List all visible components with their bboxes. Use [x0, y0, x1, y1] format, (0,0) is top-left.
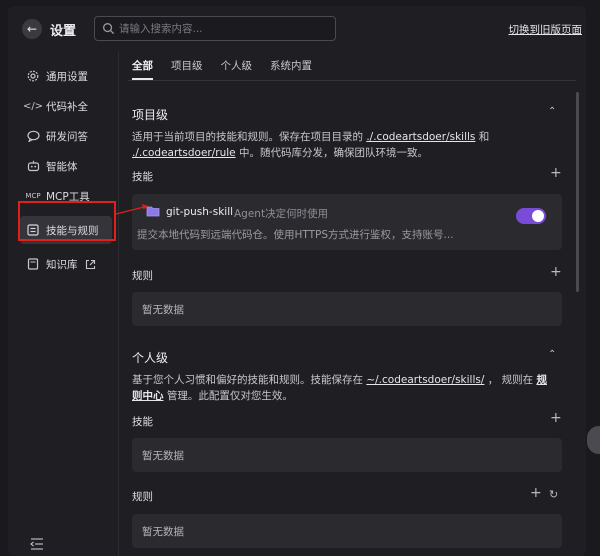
- sidebar-item-qa[interactable]: 研发问答: [20, 122, 112, 150]
- project-rules-label: 规则: [132, 270, 153, 282]
- sidebar-item-label: 技能与规则: [46, 224, 99, 237]
- personal-section-desc: 基于您个人习惯和偏好的技能和规则。技能保存在 ~/.codeartsdoer/s…: [132, 374, 547, 402]
- agent-icon: [26, 159, 40, 173]
- toggle-knob: [532, 210, 544, 222]
- sidebar-item-mcp[interactable]: MCP MCP工具: [20, 182, 112, 210]
- project-section-desc: 适用于当前项目的技能和规则。保存在项目目录的 ./.codeartsdoer/s…: [132, 131, 490, 159]
- search-input[interactable]: [119, 20, 329, 37]
- search-box[interactable]: [94, 16, 336, 41]
- sidebar-item-label: 智能体: [46, 160, 78, 173]
- empty-text: 暂无数据: [142, 450, 184, 462]
- page-title: 设置: [50, 24, 77, 39]
- sidebar-item-skills-rules[interactable]: 技能与规则: [20, 216, 112, 244]
- empty-text: 暂无数据: [142, 304, 184, 316]
- filter-tabs: 全部 项目级 个人级 系统内置: [132, 58, 312, 80]
- sidebar-item-general[interactable]: 通用设置: [20, 62, 112, 90]
- sidebar-item-label: 研发问答: [46, 130, 88, 143]
- chevron-up-icon[interactable]: ⌃: [548, 106, 556, 117]
- mcp-icon: MCP: [25, 192, 41, 200]
- add-personal-rule-icon[interactable]: +: [530, 485, 542, 501]
- tab-project[interactable]: 项目级: [171, 58, 203, 80]
- sidebar-item-code-completion[interactable]: </> 代码补全: [20, 92, 112, 120]
- sidebar-item-knowledge[interactable]: 知识库: [20, 250, 112, 278]
- skill-hint: Agent决定何时使用: [234, 208, 329, 220]
- sidebar-item-label: 知识库: [46, 258, 78, 271]
- floating-edge-button[interactable]: [587, 426, 600, 454]
- folder-icon: [146, 206, 160, 217]
- gear-icon: [26, 69, 40, 83]
- add-project-skill-icon[interactable]: +: [550, 165, 562, 181]
- sidebar: 通用设置 </> 代码补全 研发问答 智能体 MCP MCP工具 技能与规则 知…: [8, 52, 118, 556]
- arrow-left-icon[interactable]: ←: [22, 19, 42, 39]
- sidebar-divider: [118, 52, 119, 556]
- add-project-rule-icon[interactable]: +: [550, 264, 562, 280]
- personal-rules-empty-card: 暂无数据: [132, 514, 562, 548]
- skills-icon: [26, 223, 40, 237]
- personal-skills-label: 技能: [132, 416, 153, 428]
- personal-section-title: 个人级: [132, 351, 169, 365]
- skill-description: 提交本地代码到远端代码仓。使用HTTPS方式进行鉴权，支持账号...: [137, 229, 454, 241]
- skill-name: git-push-skill: [166, 206, 234, 218]
- code-icon: </>: [22, 100, 44, 112]
- personal-skills-path-link[interactable]: ~/.codeartsdoer/skills/: [366, 374, 484, 386]
- project-rules-empty-card: 暂无数据: [132, 292, 562, 326]
- chevron-up-icon[interactable]: ⌃: [548, 349, 556, 360]
- switch-old-version-link[interactable]: 切换到旧版页面: [509, 22, 583, 37]
- book-icon: [26, 257, 40, 271]
- search-icon: [103, 23, 115, 35]
- project-section-title: 项目级: [132, 108, 169, 122]
- tab-all[interactable]: 全部: [132, 58, 153, 80]
- sidebar-item-agent[interactable]: 智能体: [20, 152, 112, 180]
- sidebar-item-label: MCP工具: [46, 190, 90, 203]
- scrollbar[interactable]: [576, 92, 579, 292]
- empty-text: 暂无数据: [142, 526, 184, 538]
- add-personal-skill-icon[interactable]: +: [550, 410, 562, 426]
- tab-system[interactable]: 系统内置: [270, 58, 312, 80]
- settings-window: ← 设置 切换到旧版页面 通用设置 </> 代码补全 研发问答: [8, 6, 586, 556]
- personal-skills-empty-card: 暂无数据: [132, 438, 562, 472]
- chat-icon: [26, 129, 40, 143]
- project-rule-path-link[interactable]: ./.codeartsdoer/rule: [132, 147, 236, 159]
- skill-card[interactable]: git-push-skill Agent决定何时使用 提交本地代码到远端代码仓。…: [132, 194, 562, 250]
- sidebar-item-label: 代码补全: [46, 100, 88, 113]
- tab-personal[interactable]: 个人级: [221, 58, 253, 80]
- personal-rules-label: 规则: [132, 491, 153, 503]
- sidebar-collapse-icon[interactable]: [30, 538, 44, 550]
- tabs-divider: [128, 80, 576, 81]
- sidebar-item-label: 通用设置: [46, 70, 88, 83]
- skill-enable-toggle[interactable]: [516, 208, 546, 224]
- header: ← 设置 切换到旧版页面: [8, 6, 586, 52]
- external-link-icon: [84, 257, 98, 271]
- project-skills-label: 技能: [132, 171, 153, 183]
- refresh-icon[interactable]: ↻: [549, 488, 558, 501]
- project-skills-path-link[interactable]: ./.codeartsdoer/skills: [366, 131, 475, 143]
